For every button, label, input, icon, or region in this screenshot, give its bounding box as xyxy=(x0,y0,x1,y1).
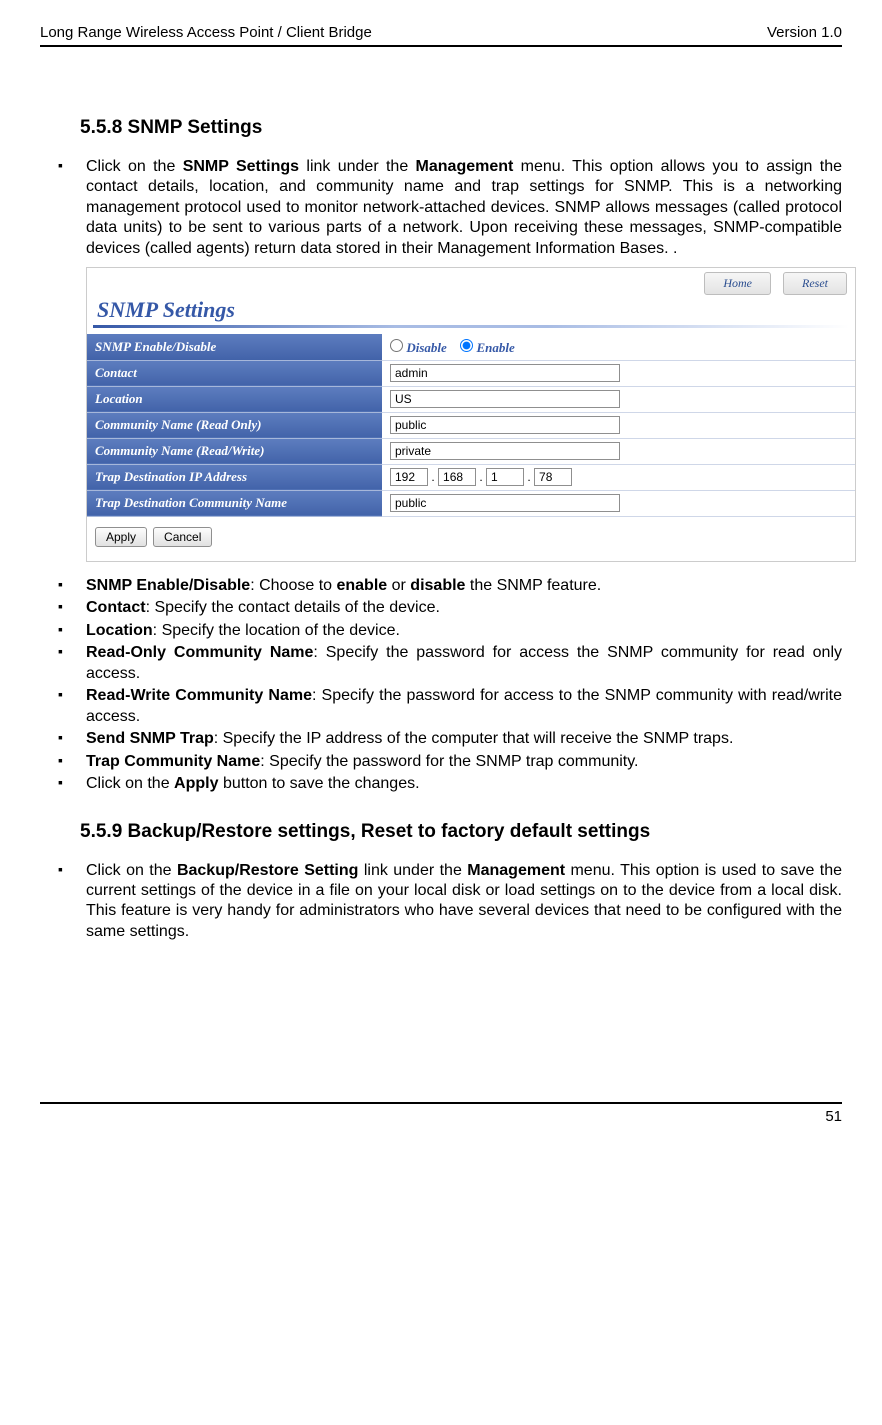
title-divider xyxy=(93,325,849,328)
bullet-ro-comm: Read-Only Community Name: Specify the pa… xyxy=(58,643,842,684)
panel-title: SNMP Settings xyxy=(87,297,855,325)
ip-octet-2[interactable] xyxy=(438,468,476,486)
snmp-disable-radio[interactable] xyxy=(390,339,403,352)
snmp-enable-radio[interactable] xyxy=(460,339,473,352)
home-button[interactable]: Home xyxy=(704,272,771,295)
page-header: Long Range Wireless Access Point / Clien… xyxy=(40,24,842,47)
settings-table: SNMP Enable/Disable Disable Enable Conta… xyxy=(87,334,855,517)
community-ro-input[interactable] xyxy=(390,416,620,434)
row-label-trap-ip: Trap Destination IP Address xyxy=(87,464,382,490)
row-label-contact: Contact xyxy=(87,360,382,386)
ip-octet-1[interactable] xyxy=(390,468,428,486)
bullet-send-trap: Send SNMP Trap: Specify the IP address o… xyxy=(58,729,842,749)
bullet-location: Location: Specify the location of the de… xyxy=(58,621,842,641)
apply-button[interactable]: Apply xyxy=(95,527,147,547)
row-label-snmp-enable: SNMP Enable/Disable xyxy=(87,334,382,360)
bullet-snmp-enable: SNMP Enable/Disable: Choose to enable or… xyxy=(58,576,842,596)
row-val-snmp-enable: Disable Enable xyxy=(382,334,855,360)
trap-community-input[interactable] xyxy=(390,494,620,512)
bullet-apply: Click on the Apply button to save the ch… xyxy=(58,774,842,794)
ip-octet-3[interactable] xyxy=(486,468,524,486)
row-label-comm-ro: Community Name (Read Only) xyxy=(87,412,382,438)
bullet-rw-comm: Read-Write Community Name: Specify the p… xyxy=(58,686,842,727)
page-number: 51 xyxy=(40,1104,842,1125)
row-label-location: Location xyxy=(87,386,382,412)
header-right: Version 1.0 xyxy=(767,24,842,41)
row-label-trap-comm: Trap Destination Community Name xyxy=(87,490,382,516)
section-heading-backup: 5.5.9 Backup/Restore settings, Reset to … xyxy=(80,821,842,843)
intro-paragraph-1: Click on the SNMP Settings link under th… xyxy=(58,157,842,259)
section-heading-snmp: 5.5.8 SNMP Settings xyxy=(80,117,842,139)
ip-octet-4[interactable] xyxy=(534,468,572,486)
cancel-button[interactable]: Cancel xyxy=(153,527,212,547)
contact-input[interactable] xyxy=(390,364,620,382)
location-input[interactable] xyxy=(390,390,620,408)
bullet-trap-comm: Trap Community Name: Specify the passwor… xyxy=(58,752,842,772)
bullet-contact: Contact: Specify the contact details of … xyxy=(58,598,842,618)
row-label-comm-rw: Community Name (Read/Write) xyxy=(87,438,382,464)
community-rw-input[interactable] xyxy=(390,442,620,460)
snmp-settings-screenshot: Home Reset SNMP Settings SNMP Enable/Dis… xyxy=(86,267,856,562)
header-left: Long Range Wireless Access Point / Clien… xyxy=(40,24,372,41)
reset-button[interactable]: Reset xyxy=(783,272,847,295)
intro-paragraph-2: Click on the Backup/Restore Setting link… xyxy=(58,861,842,943)
